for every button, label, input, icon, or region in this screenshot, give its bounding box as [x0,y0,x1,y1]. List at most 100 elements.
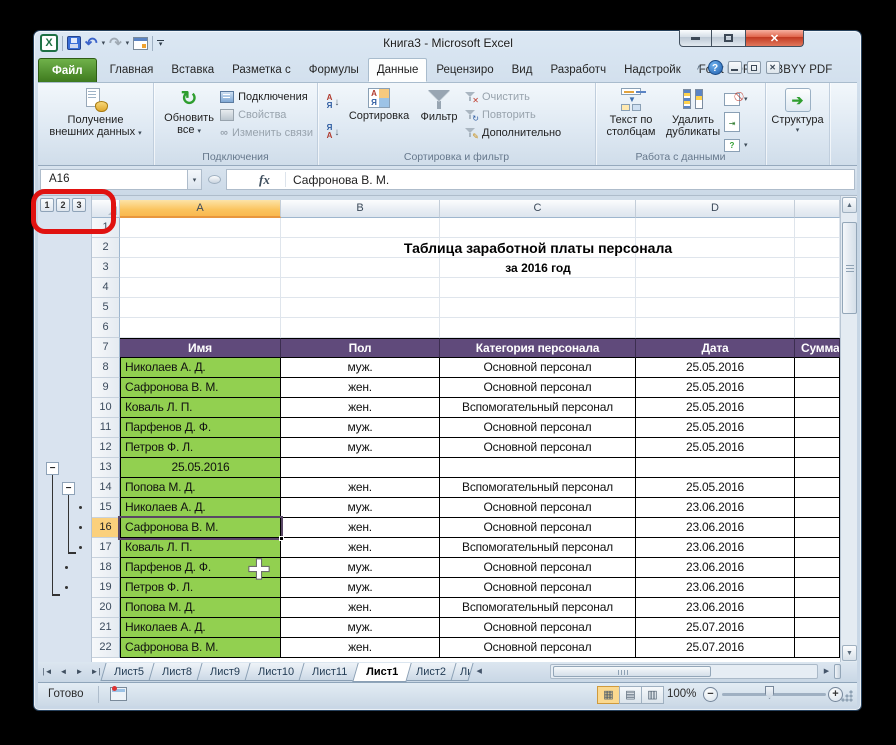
cell-A9[interactable]: Сафронова В. М. [120,378,281,398]
page-layout-view-icon[interactable]: ▤ [619,686,642,704]
cell-D4[interactable] [636,278,795,298]
select-all-corner[interactable] [92,200,120,218]
cell-C3[interactable] [440,258,636,278]
cell-A22[interactable]: Сафронова В. М. [120,638,281,658]
cell-D15[interactable]: 23.06.2016 [636,498,795,518]
cell-A8[interactable]: Николаев А. Д. [120,358,281,378]
ribbon-tab-7[interactable]: Вид [503,58,542,82]
scroll-down-icon[interactable]: ▼ [842,645,857,661]
ribbon-tab-4[interactable]: Формулы [300,58,368,82]
row-header-22[interactable]: 22 [92,638,120,658]
sheet-tab-5[interactable]: Лист11 [299,663,361,681]
outline-level-2-button[interactable]: 2 [56,198,70,212]
cell-C17[interactable]: Вспомогательный персонал [440,538,636,558]
cell-A20[interactable]: Попова М. Д. [120,598,281,618]
tab-scroll-left-icon[interactable]: ◀ [473,664,486,680]
data-validation-button[interactable]: ▾ [724,90,748,108]
cell-D9[interactable]: 25.05.2016 [636,378,795,398]
zoom-slider-thumb[interactable] [765,686,774,699]
ribbon-tab-5[interactable]: Данные [368,58,428,82]
insert-function-icon[interactable]: fx [259,172,270,188]
cell-E22[interactable] [795,638,840,658]
outline-level-3-button[interactable]: 3 [72,198,86,212]
file-tab[interactable]: Файл [38,58,97,82]
cell-C19[interactable]: Основной персонал [440,578,636,598]
row-header-1[interactable]: 1 [92,218,120,238]
row-header-11[interactable]: 11 [92,418,120,438]
cell-A6[interactable] [120,318,281,338]
cell-A19[interactable]: Петров Ф. Л. [120,578,281,598]
cell-A2[interactable] [120,238,281,258]
row-header-2[interactable]: 2 [92,238,120,258]
row-header-6[interactable]: 6 [92,318,120,338]
cell-C1[interactable] [440,218,636,238]
row-header-9[interactable]: 9 [92,378,120,398]
cell-E10[interactable] [795,398,840,418]
cell-D6[interactable] [636,318,795,338]
cell-E17[interactable] [795,538,840,558]
cell-B8[interactable]: муж. [281,358,440,378]
cell-C13[interactable] [440,458,636,478]
cell-E16[interactable] [795,518,840,538]
horizontal-scrollbar[interactable] [550,664,818,679]
cell-E11[interactable] [795,418,840,438]
close-button[interactable]: ✕ [746,30,804,47]
cell-C21[interactable]: Основной персонал [440,618,636,638]
undo-icon[interactable]: ↶ [85,36,98,51]
cell-B6[interactable] [281,318,440,338]
cell-C16[interactable]: Основной персонал [440,518,636,538]
cell-D12[interactable]: 25.05.2016 [636,438,795,458]
cell-E5[interactable] [795,298,840,318]
outline-collapse-button-level2[interactable]: − [62,482,75,495]
column-header-D[interactable]: D [636,200,795,218]
cell-B22[interactable]: жен. [281,638,440,658]
cell-E3[interactable] [795,258,840,278]
cell-D8[interactable]: 25.05.2016 [636,358,795,378]
maximize-button[interactable] [712,30,746,47]
horizontal-scrollbar-thumb[interactable] [553,666,711,677]
qat-customize-icon[interactable]: ▾ [157,40,164,47]
sheet-tab-6[interactable]: Лист1 [352,663,412,682]
advanced-filter-button[interactable]: ✎ Дополнительно [464,124,561,142]
column-header-B[interactable]: B [281,200,440,218]
cell-C11[interactable]: Основной персонал [440,418,636,438]
cell-C18[interactable]: Основной персонал [440,558,636,578]
name-box[interactable]: A16 [40,169,188,190]
cell-B7[interactable]: Пол [281,338,440,358]
cell-C2[interactable] [440,238,636,258]
cell-A12[interactable]: Петров Ф. Л. [120,438,281,458]
cell-D22[interactable]: 25.07.2016 [636,638,795,658]
zoom-level[interactable]: 100% [667,688,701,700]
sort-button[interactable]: АЯ Сортировка [344,86,414,148]
cell-B2[interactable] [281,238,440,258]
cell-B1[interactable] [281,218,440,238]
cell-B17[interactable]: жен. [281,538,440,558]
cell-A21[interactable]: Николаев А. Д. [120,618,281,638]
cell-D1[interactable] [636,218,795,238]
row-header-8[interactable]: 8 [92,358,120,378]
cell-E1[interactable] [795,218,840,238]
cell-B16[interactable]: жен. [281,518,440,538]
cell-E13[interactable] [795,458,840,478]
row-header-13[interactable]: 13 [92,458,120,478]
cell-E9[interactable] [795,378,840,398]
cell-B15[interactable]: муж. [281,498,440,518]
column-header-E-partial[interactable] [795,200,840,218]
cell-B10[interactable]: жен. [281,398,440,418]
outline-level-1-button[interactable]: 1 [40,198,54,212]
row-header-16[interactable]: 16 [92,518,120,538]
cell-E4[interactable] [795,278,840,298]
cell-D21[interactable]: 25.07.2016 [636,618,795,638]
row-header-14[interactable]: 14 [92,478,120,498]
cell-A18[interactable]: Парфенов Д. Ф. [120,558,281,578]
cell-E19[interactable] [795,578,840,598]
cell-B18[interactable]: муж. [281,558,440,578]
cell-A7[interactable]: Имя [120,338,281,358]
cell-B3[interactable] [281,258,440,278]
sort-descending-button[interactable]: ЯА↓ [322,120,344,144]
zoom-out-icon[interactable]: − [703,687,718,702]
row-header-18[interactable]: 18 [92,558,120,578]
sheet-tab-8[interactable]: Ли [450,663,473,681]
cell-B14[interactable]: жен. [281,478,440,498]
cell-D11[interactable]: 25.05.2016 [636,418,795,438]
